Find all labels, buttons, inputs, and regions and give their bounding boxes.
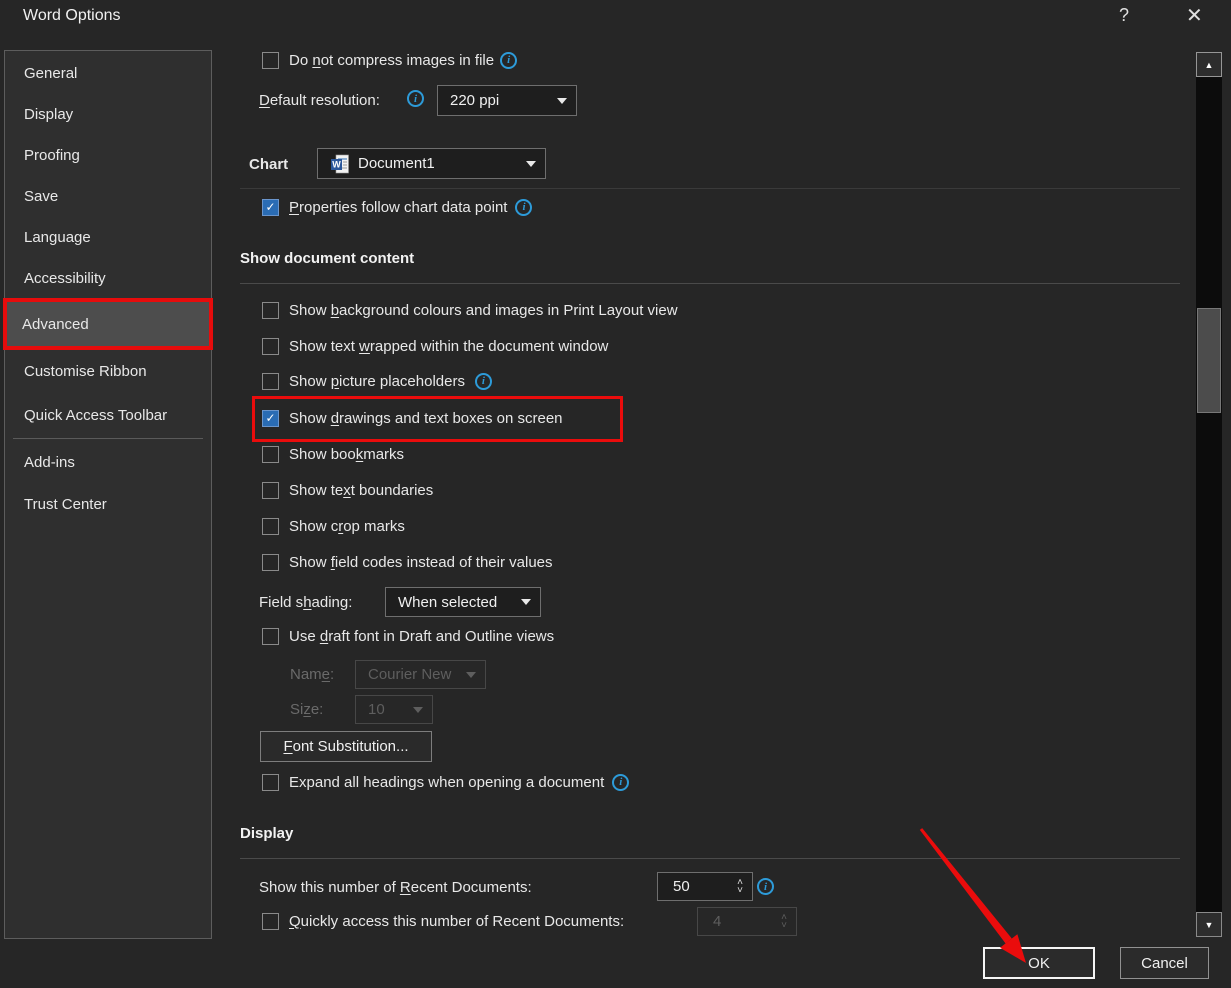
show-text-wrapped-checkbox[interactable] <box>262 338 279 355</box>
recent-documents-label: Show this number of Recent Documents: <box>259 879 532 896</box>
info-icon[interactable]: i <box>515 199 532 216</box>
show-text-boundaries-row: Show text boundaries <box>262 478 433 502</box>
do-not-compress-row: Do not compress images in file i <box>262 48 517 72</box>
show-picture-placeholders-checkbox[interactable] <box>262 373 279 390</box>
properties-follow-label: Properties follow chart data point <box>289 199 507 216</box>
expand-headings-row: Expand all headings when opening a docum… <box>262 770 629 794</box>
show-document-content-header: Show document content <box>240 250 414 267</box>
sidebar-item-proofing[interactable]: Proofing <box>6 135 210 176</box>
chevron-down-icon <box>557 98 567 104</box>
show-field-codes-row: Show field codes instead of their values <box>262 550 553 574</box>
sidebar-item-add-ins[interactable]: Add-ins <box>6 442 210 483</box>
display-section-header: Display <box>240 825 293 842</box>
close-icon[interactable]: ✕ <box>1186 3 1203 28</box>
draft-size-label: Size: <box>290 701 323 718</box>
do-not-compress-label: Do not compress images in file <box>289 52 494 69</box>
show-text-boundaries-checkbox[interactable] <box>262 482 279 499</box>
do-not-compress-checkbox[interactable] <box>262 52 279 69</box>
info-icon[interactable]: i <box>757 878 774 895</box>
word-options-dialog: Word Options ? ✕ General Display Proofin… <box>0 0 1231 988</box>
sidebar-item-quick-access-toolbar[interactable]: Quick Access Toolbar <box>6 395 210 436</box>
show-background-checkbox[interactable] <box>262 302 279 319</box>
show-picture-placeholders-row: Show picture placeholders i <box>262 369 492 393</box>
svg-text:W: W <box>332 159 341 169</box>
scroll-up-button[interactable]: ▲ <box>1196 52 1222 77</box>
draft-name-label: Name: <box>290 666 334 683</box>
scroll-up-icon: ▲ <box>1205 60 1214 70</box>
properties-follow-checkbox[interactable]: ✓ <box>262 199 279 216</box>
chevron-down-icon <box>413 707 423 713</box>
sidebar: General Display Proofing Save Language A… <box>4 50 212 939</box>
sidebar-divider <box>13 438 203 439</box>
scroll-down-icon: ▼ <box>1205 920 1214 930</box>
font-substitution-button[interactable]: Font Substitution... <box>260 731 432 762</box>
word-document-icon: W <box>330 154 350 174</box>
help-icon[interactable]: ? <box>1119 5 1129 26</box>
recent-documents-spinner[interactable]: 50 ˄ ˅ <box>657 872 753 901</box>
sidebar-item-display[interactable]: Display <box>6 94 210 135</box>
info-icon[interactable]: i <box>500 52 517 69</box>
show-bookmarks-checkbox[interactable] <box>262 446 279 463</box>
field-shading-dropdown[interactable]: When selected <box>385 587 541 617</box>
divider <box>240 283 1180 284</box>
sidebar-item-customise-ribbon[interactable]: Customise Ribbon <box>6 351 210 392</box>
show-crop-marks-checkbox[interactable] <box>262 518 279 535</box>
draft-name-dropdown: Courier New <box>355 660 486 689</box>
dialog-title: Word Options <box>23 7 121 25</box>
divider <box>240 858 1180 859</box>
use-draft-font-row: Use draft font in Draft and Outline view… <box>262 624 554 648</box>
chart-document-dropdown[interactable]: W Document1 <box>317 148 546 179</box>
chevron-down-icon <box>466 672 476 678</box>
spinner-down-icon: ˅ <box>781 922 787 930</box>
default-resolution-dropdown[interactable]: 220 ppi <box>437 85 577 116</box>
draft-size-dropdown: 10 <box>355 695 433 724</box>
info-icon[interactable]: i <box>407 90 424 107</box>
properties-follow-row: ✓ Properties follow chart data point i <box>262 195 532 219</box>
show-drawings-row: ✓ Show drawings and text boxes on screen <box>262 406 563 430</box>
divider <box>240 188 1180 189</box>
sidebar-item-advanced[interactable]: Advanced <box>3 298 213 350</box>
show-text-wrapped-row: Show text wrapped within the document wi… <box>262 334 608 358</box>
chevron-down-icon <box>526 161 536 167</box>
use-draft-font-checkbox[interactable] <box>262 628 279 645</box>
expand-headings-checkbox[interactable] <box>262 774 279 791</box>
show-drawings-checkbox[interactable]: ✓ <box>262 410 279 427</box>
sidebar-item-save[interactable]: Save <box>6 176 210 217</box>
show-field-codes-checkbox[interactable] <box>262 554 279 571</box>
chevron-down-icon <box>521 599 531 605</box>
sidebar-item-language[interactable]: Language <box>6 217 210 258</box>
ok-button[interactable]: OK <box>983 947 1095 979</box>
show-background-row: Show background colours and images in Pr… <box>262 298 678 322</box>
sidebar-item-accessibility[interactable]: Accessibility <box>6 258 210 299</box>
quick-access-recent-row: Quickly access this number of Recent Doc… <box>262 909 624 933</box>
quick-access-recent-spinner: 4 ˄ ˅ <box>697 907 797 936</box>
scrollbar-track[interactable] <box>1196 52 1222 937</box>
cancel-button[interactable]: Cancel <box>1120 947 1209 979</box>
sidebar-item-trust-center[interactable]: Trust Center <box>6 484 210 525</box>
show-bookmarks-row: Show bookmarks <box>262 442 404 466</box>
scrollbar-thumb[interactable] <box>1197 308 1221 413</box>
show-crop-marks-row: Show crop marks <box>262 514 405 538</box>
chart-label: Chart <box>249 156 288 173</box>
scroll-down-button[interactable]: ▼ <box>1196 912 1222 937</box>
info-icon[interactable]: i <box>612 774 629 791</box>
info-icon[interactable]: i <box>475 373 492 390</box>
quick-access-recent-checkbox[interactable] <box>262 913 279 930</box>
spinner-down-icon[interactable]: ˅ <box>737 887 743 895</box>
default-resolution-label: Default resolution: <box>259 92 380 109</box>
field-shading-label: Field shading: <box>259 594 352 611</box>
sidebar-item-general[interactable]: General <box>6 53 210 94</box>
